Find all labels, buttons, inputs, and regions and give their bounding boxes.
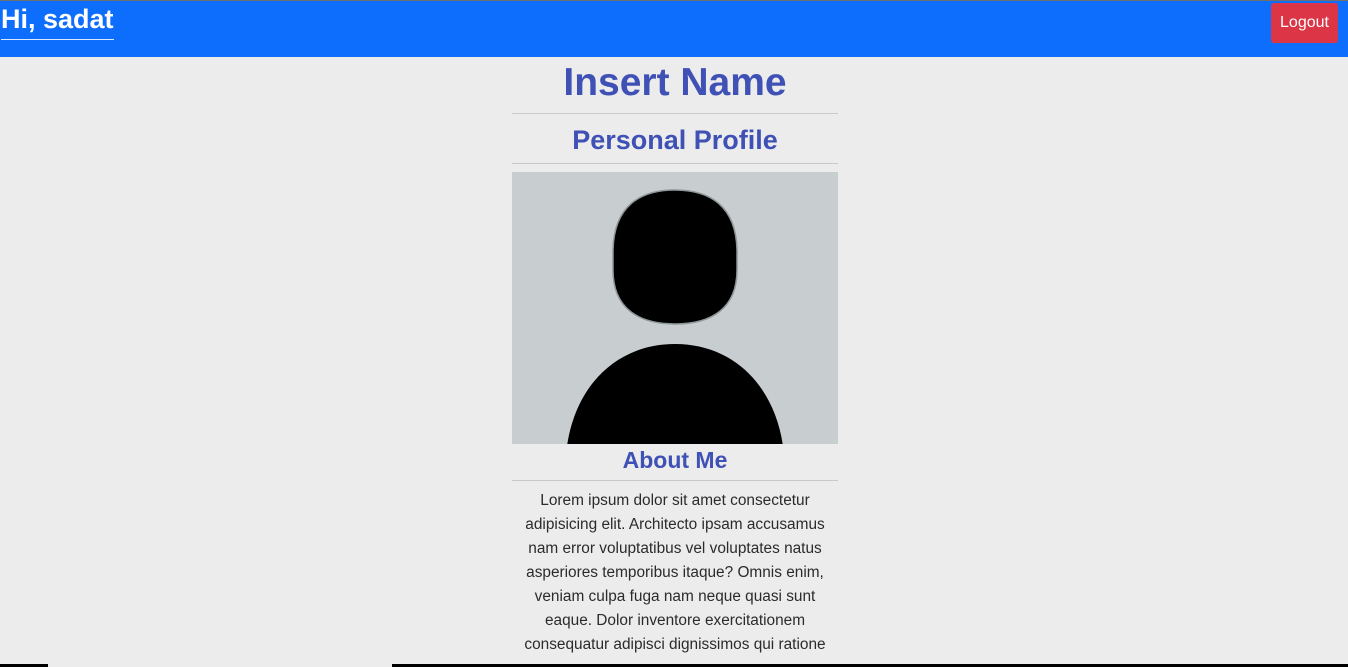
person-silhouette-icon [567,189,783,444]
profile-name-heading: Insert Name [512,57,838,114]
about-me-heading: About Me [512,444,838,481]
top-navbar: Hi, sadat Logout [0,0,1348,57]
profile-avatar [512,172,838,444]
logout-button[interactable]: Logout [1271,3,1338,43]
about-me-text: Lorem ipsum dolor sit amet consectetur a… [524,492,826,653]
greeting-link[interactable]: Hi, sadat [1,3,114,40]
personal-profile-heading: Personal Profile [512,114,838,164]
profile-card: Insert Name Personal Profile About Me Lo… [512,57,838,657]
